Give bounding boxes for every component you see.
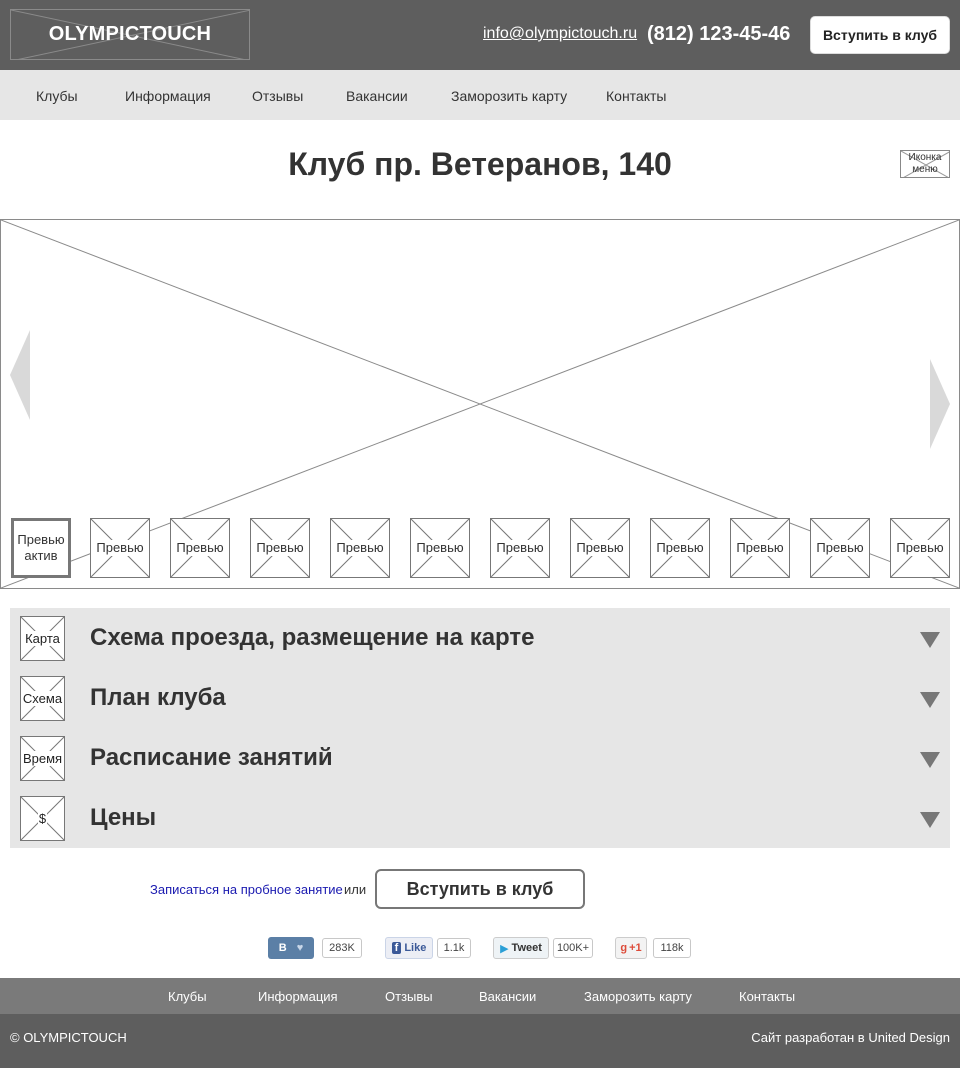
clock-icon: Время — [20, 736, 65, 781]
email-link[interactable]: info@olympictouch.ru — [483, 25, 637, 43]
footer-nav-item-vacancies[interactable]: Вакансии — [479, 989, 536, 1004]
thumbnail-label: Превью — [255, 540, 305, 556]
footer-nav-item-info[interactable]: Информация — [258, 989, 338, 1004]
gallery-thumbnail-active[interactable]: Превью актив — [11, 518, 71, 578]
thumbnail-label: Превью — [735, 540, 785, 556]
gallery-next-arrow-icon[interactable] — [930, 359, 952, 451]
footer-nav-item-freeze-card[interactable]: Заморозить карту — [584, 989, 692, 1004]
nav-item-freeze-card[interactable]: Заморозить карту — [451, 88, 567, 104]
vk-logo-icon: В — [278, 942, 287, 954]
accordion-title: Схема проезда, размещение на карте — [90, 624, 535, 651]
gallery-thumbnail[interactable]: Превью — [810, 518, 870, 578]
google-plus-share[interactable]: g +1 118k — [615, 937, 693, 959]
accordion-item-plan[interactable]: Схема План клуба — [10, 668, 950, 728]
gallery-thumbnail[interactable]: Превью — [730, 518, 790, 578]
twitter-count: 100K+ — [553, 938, 593, 958]
chevron-down-icon[interactable] — [920, 752, 940, 768]
tweet-label: Tweet — [511, 942, 542, 954]
nav-item-contacts[interactable]: Контакты — [606, 88, 666, 104]
thumbnail-label: Превью — [575, 540, 625, 556]
accordion-item-schedule[interactable]: Время Расписание занятий — [10, 728, 950, 788]
chevron-down-icon[interactable] — [920, 812, 940, 828]
developer-credit[interactable]: Сайт разработан в United Design — [751, 1030, 950, 1045]
heart-icon: ♥ — [296, 942, 304, 954]
thumbnail-label: Превью — [95, 540, 145, 556]
google-plus-label: +1 — [629, 942, 642, 954]
nav-item-reviews[interactable]: Отзывы — [252, 88, 303, 104]
facebook-like-button[interactable]: f Like — [385, 937, 433, 959]
vk-count: 283K — [322, 938, 362, 958]
footer-nav-item-clubs[interactable]: Клубы — [168, 989, 207, 1004]
gallery-thumbnail[interactable]: Превью — [170, 518, 230, 578]
twitter-share[interactable]: ▶ Tweet 100K+ — [493, 937, 595, 959]
thumbnail-label: Превью — [175, 540, 225, 556]
google-g-icon: g — [620, 942, 628, 954]
gallery-thumbnail[interactable]: Превью — [330, 518, 390, 578]
chevron-down-icon[interactable] — [920, 692, 940, 708]
twitter-bird-icon: ▶ — [500, 942, 509, 955]
facebook-share[interactable]: f Like 1.1k — [385, 937, 471, 959]
thumbnail-label: Превью — [415, 540, 465, 556]
nav-item-clubs[interactable]: Клубы — [36, 88, 78, 104]
accordion-title: Цены — [90, 804, 157, 831]
vk-like-button[interactable]: В ♥ — [268, 937, 314, 959]
footer-nav-item-contacts[interactable]: Контакты — [739, 989, 795, 1004]
copyright: © OLYMPICTOUCH — [10, 1030, 127, 1045]
photo-gallery: Превью актив Превью Превью Превью Превью… — [0, 219, 960, 589]
icon-label: Время — [21, 751, 64, 766]
gallery-thumbnail[interactable]: Превью — [650, 518, 710, 578]
facebook-like-label: Like — [404, 942, 427, 954]
scheme-icon: Схема — [20, 676, 65, 721]
thumbnail-label: Превью — [815, 540, 865, 556]
accordion-title: План клуба — [90, 684, 226, 711]
gallery-thumbnail[interactable]: Превью — [890, 518, 950, 578]
trial-lesson-link[interactable]: Записаться на пробное занятие — [150, 882, 343, 897]
thumbnail-label: Превью — [495, 540, 545, 556]
gallery-thumbnail[interactable]: Превью — [250, 518, 310, 578]
logo-text: OLYMPICTOUCH — [48, 23, 212, 45]
icon-label: Схема — [21, 691, 64, 706]
gallery-prev-arrow-icon[interactable] — [10, 330, 32, 422]
site-header: OLYMPICTOUCH info@olympictouch.ru (812) … — [0, 0, 960, 70]
page-title: Клуб пр. Ветеранов, 140 — [288, 146, 672, 182]
footer-nav-item-reviews[interactable]: Отзывы — [385, 989, 433, 1004]
nav-item-vacancies[interactable]: Вакансии — [346, 88, 408, 104]
accordion-title: Расписание занятий — [90, 744, 333, 771]
club-info-accordion: Карта Схема проезда, размещение на карте… — [10, 608, 950, 848]
gallery-thumbnail[interactable]: Превью — [410, 518, 470, 578]
thumbnail-label: Превью — [655, 540, 705, 556]
tweet-button[interactable]: ▶ Tweet — [493, 937, 549, 959]
facebook-count: 1.1k — [437, 938, 471, 958]
google-plus-count: 118k — [653, 938, 691, 958]
facebook-logo-icon: f — [391, 942, 402, 954]
gallery-thumbnail[interactable]: Превью — [90, 518, 150, 578]
menu-icon-label: Иконка меню — [908, 152, 942, 175]
accordion-item-map[interactable]: Карта Схема проезда, размещение на карте — [10, 608, 950, 668]
gallery-thumbnail[interactable]: Превью — [490, 518, 550, 578]
dollar-icon: $ — [20, 796, 65, 841]
join-club-button[interactable]: Вступить в клуб — [810, 16, 950, 54]
icon-label: Карта — [24, 631, 61, 646]
footer-nav: Клубы Информация Отзывы Вакансии Замороз… — [0, 978, 960, 1014]
vk-share[interactable]: В ♥ 283K — [268, 937, 364, 959]
accordion-item-prices[interactable]: $ Цены — [10, 788, 950, 848]
gallery-thumbnail[interactable]: Превью — [570, 518, 630, 578]
google-plus-button[interactable]: g +1 — [615, 937, 647, 959]
thumbnail-label: Превью актив — [17, 532, 65, 563]
map-icon: Карта — [20, 616, 65, 661]
join-club-cta-button[interactable]: Вступить в клуб — [375, 869, 585, 909]
phone-number: (812) 123-45-46 — [647, 23, 791, 45]
menu-icon[interactable]: Иконка меню — [900, 150, 950, 178]
chevron-down-icon[interactable] — [920, 632, 940, 648]
logo[interactable]: OLYMPICTOUCH — [10, 9, 250, 60]
nav-item-info[interactable]: Информация — [125, 88, 211, 104]
thumbnail-label: Превью — [335, 540, 385, 556]
cta-or-text: или — [344, 882, 367, 897]
icon-label: $ — [37, 811, 48, 826]
main-nav: Клубы Информация Отзывы Вакансии Замороз… — [0, 70, 960, 120]
site-footer: © OLYMPICTOUCH Сайт разработан в United … — [0, 1014, 960, 1068]
thumbnail-label: Превью — [895, 540, 945, 556]
